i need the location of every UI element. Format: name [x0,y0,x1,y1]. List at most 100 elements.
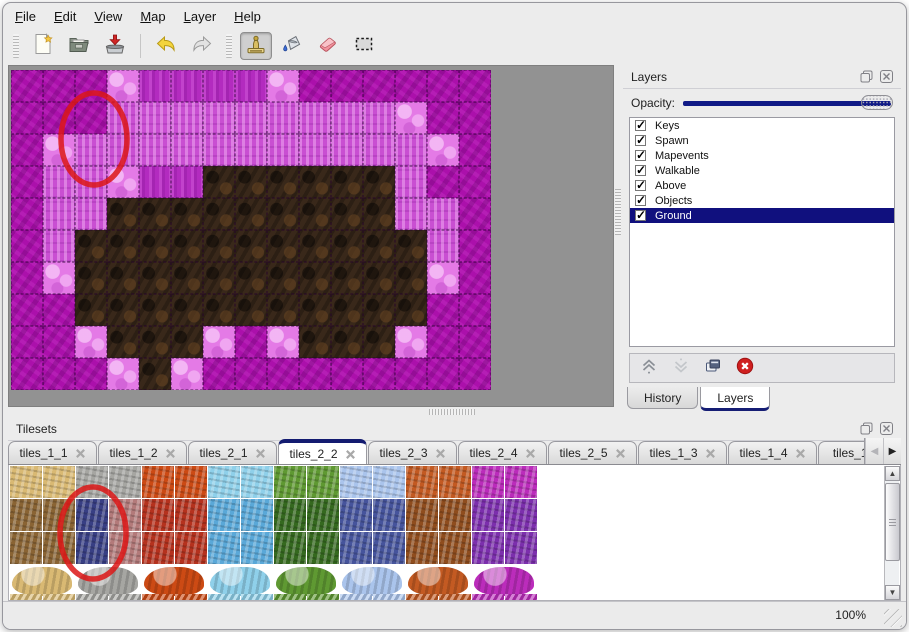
close-tab-icon[interactable] [435,448,446,459]
tileset-tile[interactable] [175,532,207,564]
tileset-tile[interactable] [307,466,339,498]
map-tile[interactable] [331,166,363,198]
map-tile[interactable] [139,102,171,134]
map-tile[interactable] [331,326,363,358]
map-tile[interactable] [11,262,43,294]
map-tile[interactable] [75,326,107,358]
layer-row-ground[interactable]: Ground [630,208,894,223]
map-tile[interactable] [363,134,395,166]
map-tile[interactable] [203,166,235,198]
map-tile[interactable] [459,230,491,262]
map-tile[interactable] [395,230,427,262]
tileset-tile[interactable] [373,594,405,600]
opacity-slider-handle[interactable] [861,95,893,110]
map-tile[interactable] [299,358,331,390]
tileset-tile[interactable] [340,466,372,498]
map-tile[interactable] [299,70,331,102]
vertical-splitter-grip[interactable] [615,189,621,235]
tileset-tile[interactable] [406,594,438,600]
map-tile[interactable] [267,70,299,102]
map-tile[interactable] [171,70,203,102]
map-tile[interactable] [203,326,235,358]
close-tab-icon[interactable] [615,448,626,459]
tileset-tile[interactable] [472,532,504,564]
tileset-tab-tiles_2_2[interactable]: tiles_2_2 [278,439,367,464]
delete-layer-button[interactable] [734,357,756,379]
tileset-tile[interactable] [474,567,534,596]
tileset-tile[interactable] [10,499,42,531]
toolbar-grip[interactable] [226,34,232,58]
tileset-tile[interactable] [406,499,438,531]
map-tile[interactable] [427,166,459,198]
map-tile[interactable] [75,358,107,390]
layer-visibility-checkbox[interactable] [635,150,646,161]
map-tile[interactable] [75,166,107,198]
map-tile[interactable] [427,198,459,230]
lower-layer-button[interactable] [670,357,692,379]
map-tile[interactable] [171,262,203,294]
map-tile[interactable] [139,198,171,230]
map-tile[interactable] [235,134,267,166]
menu-item-view[interactable]: View [94,9,122,24]
tileset-tile[interactable] [78,567,138,596]
tileset-tile[interactable] [505,499,537,531]
map-tile[interactable] [75,102,107,134]
layer-visibility-checkbox[interactable] [635,135,646,146]
map-tile[interactable] [171,198,203,230]
map-tile[interactable] [299,326,331,358]
tileset-tile[interactable] [274,594,306,600]
map-tile[interactable] [459,358,491,390]
float-panel-icon[interactable] [859,70,873,84]
map-tile[interactable] [427,294,459,326]
tileset-tile[interactable] [408,567,468,596]
map-tile[interactable] [11,166,43,198]
map-tile[interactable] [331,358,363,390]
map-tile[interactable] [299,262,331,294]
map-tile[interactable] [267,134,299,166]
map-tile[interactable] [171,326,203,358]
tileset-tile[interactable] [340,594,372,600]
map-tile[interactable] [11,358,43,390]
map-tile[interactable] [267,294,299,326]
scroll-down-icon[interactable]: ▼ [885,585,900,600]
tileset-tab-tiles_1_3[interactable]: tiles_1_3 [638,441,727,464]
menu-item-file[interactable]: File [15,9,36,24]
tileset-tile[interactable] [241,594,273,600]
map-tile[interactable] [395,294,427,326]
map-tile[interactable] [171,166,203,198]
map-tile[interactable] [235,166,267,198]
tileset-tile[interactable] [472,499,504,531]
tileset-tile[interactable] [373,532,405,564]
redo-button[interactable] [186,32,218,60]
layer-visibility-checkbox[interactable] [635,180,646,191]
map-tile[interactable] [139,134,171,166]
map-tile[interactable] [11,294,43,326]
map-tile[interactable] [107,230,139,262]
layer-visibility-checkbox[interactable] [635,195,646,206]
layer-row-spawn[interactable]: Spawn [630,133,894,148]
map-tile[interactable] [235,198,267,230]
save-button[interactable] [99,32,131,60]
tileset-tile[interactable] [208,466,240,498]
close-tab-icon[interactable] [525,448,536,459]
map-tile[interactable] [203,358,235,390]
tileset-tile[interactable] [307,594,339,600]
tileset-tile[interactable] [439,532,471,564]
tileset-tile[interactable] [439,594,471,600]
map-tile[interactable] [363,294,395,326]
tileset-tile[interactable] [175,499,207,531]
tileset-tile[interactable] [208,499,240,531]
layer-visibility-checkbox[interactable] [635,165,646,176]
raise-layer-button[interactable] [638,357,660,379]
tileset-tile[interactable] [10,532,42,564]
map-tile[interactable] [395,198,427,230]
resize-grip[interactable] [884,609,902,627]
close-tab-icon[interactable] [345,449,356,460]
map-tile[interactable] [11,198,43,230]
tileset-tile[interactable] [142,594,174,600]
map-tile[interactable] [395,358,427,390]
map-tile[interactable] [171,102,203,134]
map-tile[interactable] [459,198,491,230]
tileset-tile[interactable] [472,466,504,498]
map-tile[interactable] [235,230,267,262]
